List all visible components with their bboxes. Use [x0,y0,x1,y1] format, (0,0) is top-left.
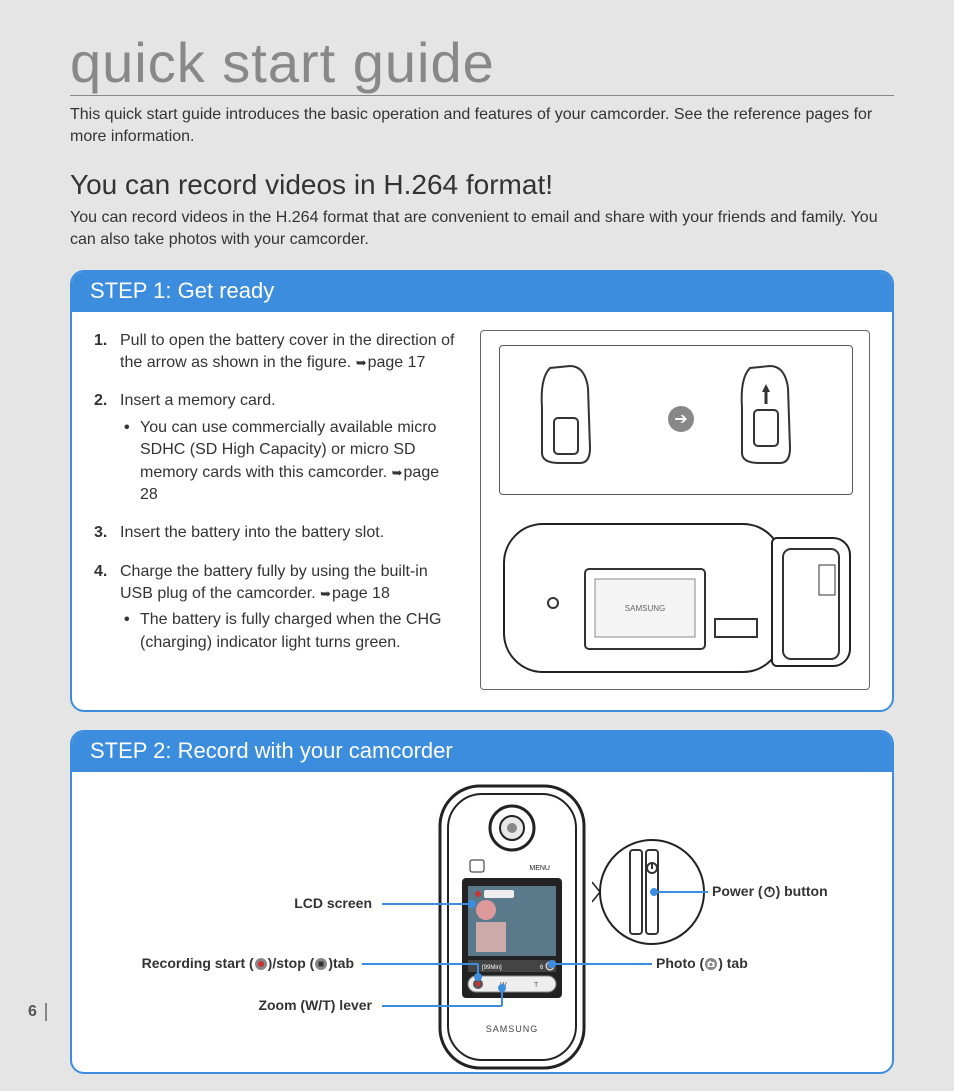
page-title: quick start guide [70,30,894,96]
page-reference: page 17 [356,354,426,371]
intro-paragraph: This quick start guide introduces the ba… [70,104,894,149]
page-reference: page 18 [320,585,390,602]
lcd-screen-label: LCD screen [272,895,372,911]
label-text: Power ( [712,883,763,899]
bullet-item: You can use commercially available micro… [120,417,460,507]
step-2-card: STEP 2: Record with your camcorder MENU … [70,730,894,1074]
svg-text:[99Min]: [99Min] [482,965,502,971]
step-2-header: STEP 2: Record with your camcorder [72,732,892,772]
svg-text:SAMSUNG: SAMSUNG [625,604,665,613]
step-1-list: Pull to open the battery cover in the di… [94,330,460,655]
hand-left-icon [530,358,600,468]
power-icon [763,885,776,898]
step-1-header: STEP 1: Get ready [72,272,892,312]
page-number: 6 [28,1003,47,1021]
svg-text:SAMSUNG: SAMSUNG [486,1024,539,1034]
step-1-item: Insert a memory card. You can use commer… [94,390,460,506]
power-button-label: Power ( ) button [712,883,828,899]
camera-icon [704,957,718,971]
stop-icon [314,957,328,971]
step-1-item: Insert the battery into the battery slot… [94,522,460,544]
camcorder-front-figure: MENU [99Min] 6 W T SAMSUNG [422,782,602,1072]
label-text: )/stop ( [268,955,315,971]
svg-text:W: W [500,982,507,989]
step-1-card: STEP 1: Get ready Pull to open the batte… [70,270,894,712]
battery-cover-illustration: ➔ [499,345,853,495]
label-text: Photo ( [656,955,704,971]
label-text: ) button [776,883,828,899]
power-button-callout [592,832,712,952]
subtitle-description: You can record videos in the H.264 forma… [70,207,894,252]
svg-text:T: T [534,982,539,989]
svg-text:MENU: MENU [529,865,550,872]
photo-tab-label: Photo ( ) tab [656,955,748,971]
camcorder-back-illustration: SAMSUNG [503,523,783,673]
record-icon [254,957,268,971]
label-text: Recording start ( [142,955,254,971]
recording-tab-label: Recording start ( )/stop ( )tab [90,955,354,971]
arrow-right-icon: ➔ [668,406,694,432]
label-text: ) tab [718,955,748,971]
bullet-text: The battery is fully charged when the CH… [140,611,441,650]
bullet-item: The battery is fully charged when the CH… [120,609,460,654]
step-1-figure: ➔ SAMSUNG [480,330,870,690]
label-text: )tab [328,955,354,971]
step-text: Insert a memory card. [120,392,276,409]
camcorder-side-illustration [771,537,851,667]
subtitle: You can record videos in H.264 format! [70,169,894,201]
hand-right-icon [730,358,800,468]
step-text: Insert the battery into the battery slot… [120,524,384,541]
step-1-item: Pull to open the battery cover in the di… [94,330,460,375]
zoom-lever-label: Zoom (W/T) lever [232,997,372,1013]
step-1-item: Charge the battery fully by using the bu… [94,561,460,655]
